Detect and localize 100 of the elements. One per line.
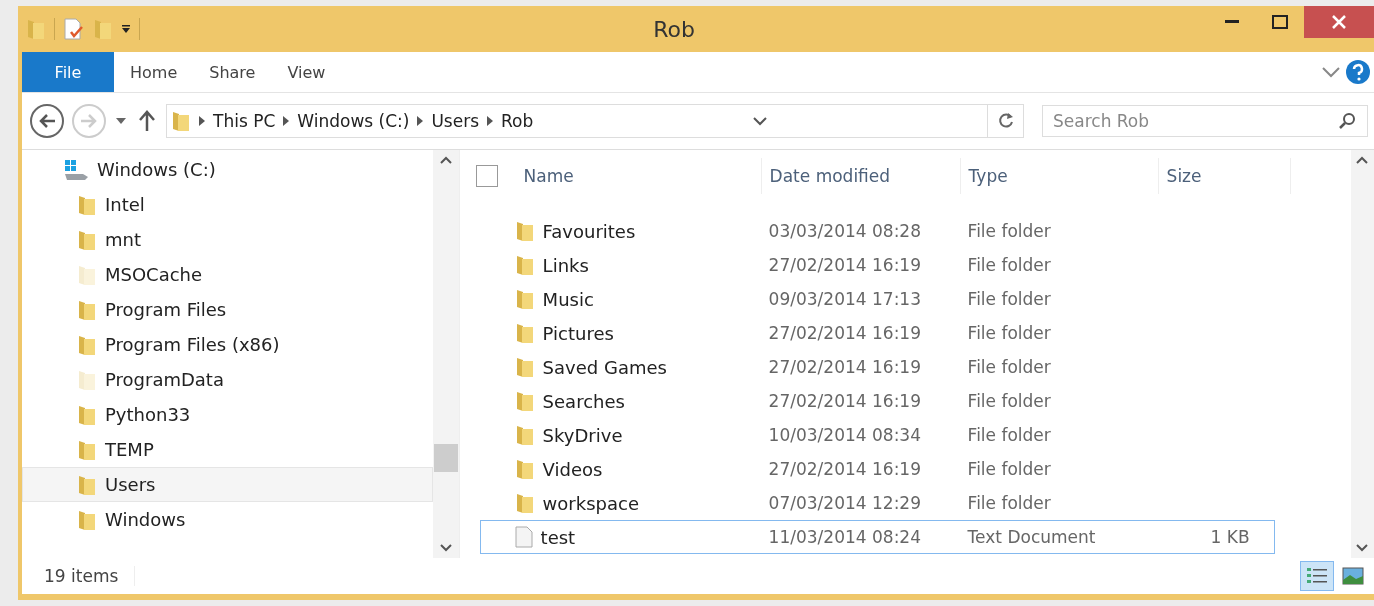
recent-caret-icon[interactable] [114,116,128,126]
column-header[interactable]: Size [1158,158,1291,194]
tree-item[interactable]: Windows [22,502,433,537]
details-view-button[interactable] [1300,561,1334,591]
tree-item[interactable]: ProgramData [22,362,433,397]
folder-icon [514,253,535,277]
breadcrumb-arrow-icon[interactable] [417,116,424,126]
ribbon-tab[interactable]: View [271,52,342,92]
file-name: Videos [542,458,603,480]
file-row[interactable]: SkyDrive 10/03/2014 08:34 File folder [479,418,1275,452]
scroll-up-icon[interactable] [1356,156,1369,164]
file-name: Searches [542,390,625,412]
close-button[interactable] [1304,6,1374,38]
expand-ribbon-icon[interactable] [1322,66,1340,78]
type-cell-text: File folder [966,255,1052,275]
customize-caret-icon[interactable] [121,24,131,34]
folder-icon [171,109,191,133]
minimize-icon [1225,20,1239,24]
tree-item[interactable]: mnt [22,222,433,257]
file-row[interactable]: Links 27/02/2014 16:19 File folder [479,248,1275,282]
type-cell-text: File folder [966,391,1052,411]
help-icon[interactable] [1346,60,1370,84]
date-cell-text: 27/02/2014 16:19 [767,459,922,479]
history-caret-icon[interactable] [753,116,768,126]
scroll-thumb[interactable] [433,444,458,472]
file-name: SkyDrive [542,424,623,446]
date-cell-text: 27/02/2014 16:19 [767,255,922,275]
folder-icon [514,287,535,311]
file-name: Links [542,254,589,276]
breadcrumb-arrow-icon[interactable] [487,116,494,126]
ribbon-tab[interactable]: Share [193,52,272,92]
date-cell-text: 27/02/2014 16:19 [767,391,922,411]
folder-icon [514,457,535,481]
folder-icon [514,491,535,515]
item-count: 19 items [44,566,136,586]
scrollbar[interactable] [432,150,459,558]
new-folder-icon [93,17,113,41]
file-name: Saved Games [542,356,667,378]
landscape-picture-icon [1342,567,1364,585]
forward-arrow-icon [80,113,98,129]
scroll-down-icon[interactable] [439,544,452,552]
type-cell-text: File folder [966,493,1052,513]
date-cell-text: 09/03/2014 17:13 [767,289,922,309]
ribbon-tab[interactable]: Home [114,52,194,92]
tree-item[interactable]: Intel [22,187,433,222]
file-name: Pictures [542,322,614,344]
date-cell-text: 27/02/2014 16:19 [767,357,922,377]
folder-icon [514,219,535,243]
file-row[interactable]: Videos 27/02/2014 16:19 File folder [479,452,1275,486]
refresh-icon [996,112,1015,130]
folder-icon [514,355,535,379]
window-title: Rob [653,16,695,42]
column-header[interactable]: Date modified [761,158,961,194]
date-cell-text: 10/03/2014 08:34 [767,425,922,445]
file-name: test [540,526,576,548]
scrollbar[interactable] [1350,150,1374,558]
tree-item[interactable]: Program Files (x86) [22,327,433,362]
column-header[interactable]: Type [960,158,1159,194]
tree-item[interactable]: MSOCache [22,257,433,292]
file-name: workspace [542,492,639,514]
breadcrumb[interactable]: Users [431,111,480,131]
details-list-icon [1306,566,1328,586]
column-header[interactable]: Name [515,158,762,194]
tree-item[interactable]: Python33 [22,397,433,432]
tree-item[interactable]: Program Files [22,292,433,327]
maximize-icon [1272,15,1288,29]
scroll-up-icon[interactable] [439,156,452,164]
up-arrow-icon[interactable] [136,108,158,134]
file-name: Music [542,288,594,310]
breadcrumb-arrow-icon[interactable] [283,116,290,126]
search-field[interactable]: Search Rob [1042,105,1368,137]
ribbon-tab[interactable]: File [22,52,114,92]
type-cell-text: File folder [966,459,1052,479]
tree-item[interactable]: Windows (C:) [22,152,433,187]
properties-icon[interactable] [63,17,85,41]
file-row[interactable]: workspace 07/03/2014 12:29 File folder [479,486,1275,520]
size-cell-text: 1 KB [1209,527,1250,547]
date-cell-text: 07/03/2014 12:29 [767,493,922,513]
file-row[interactable]: test 11/03/2014 08:24 Text Document 1 KB [479,520,1275,554]
folder-icon [514,321,535,345]
file-name: Favourites [542,220,636,242]
file-row[interactable]: Searches 27/02/2014 16:19 File folder [479,384,1275,418]
type-cell-text: File folder [966,289,1052,309]
file-row[interactable]: Saved Games 27/02/2014 16:19 File folder [479,350,1275,384]
file-row[interactable]: Favourites 03/03/2014 08:28 File folder [479,214,1275,248]
scroll-down-icon[interactable] [1356,544,1369,552]
select-all-checkbox[interactable] [475,165,498,187]
file-row[interactable]: Music 09/03/2014 17:13 File folder [479,282,1275,316]
file-row[interactable]: Pictures 27/02/2014 16:19 File folder [479,316,1275,350]
breadcrumb[interactable]: This PC [213,111,276,131]
document-icon [514,526,533,548]
tree-item[interactable]: Users [22,467,433,502]
back-button[interactable] [30,104,64,138]
breadcrumb-arrow-icon[interactable] [199,116,205,126]
breadcrumb[interactable]: Rob [501,111,534,131]
tree-item[interactable]: TEMP [22,432,433,467]
folder-icon [514,389,535,413]
folder-icon [514,423,535,447]
breadcrumb[interactable]: Windows (C:) [297,111,410,131]
date-cell-text: 11/03/2014 08:24 [767,527,922,547]
